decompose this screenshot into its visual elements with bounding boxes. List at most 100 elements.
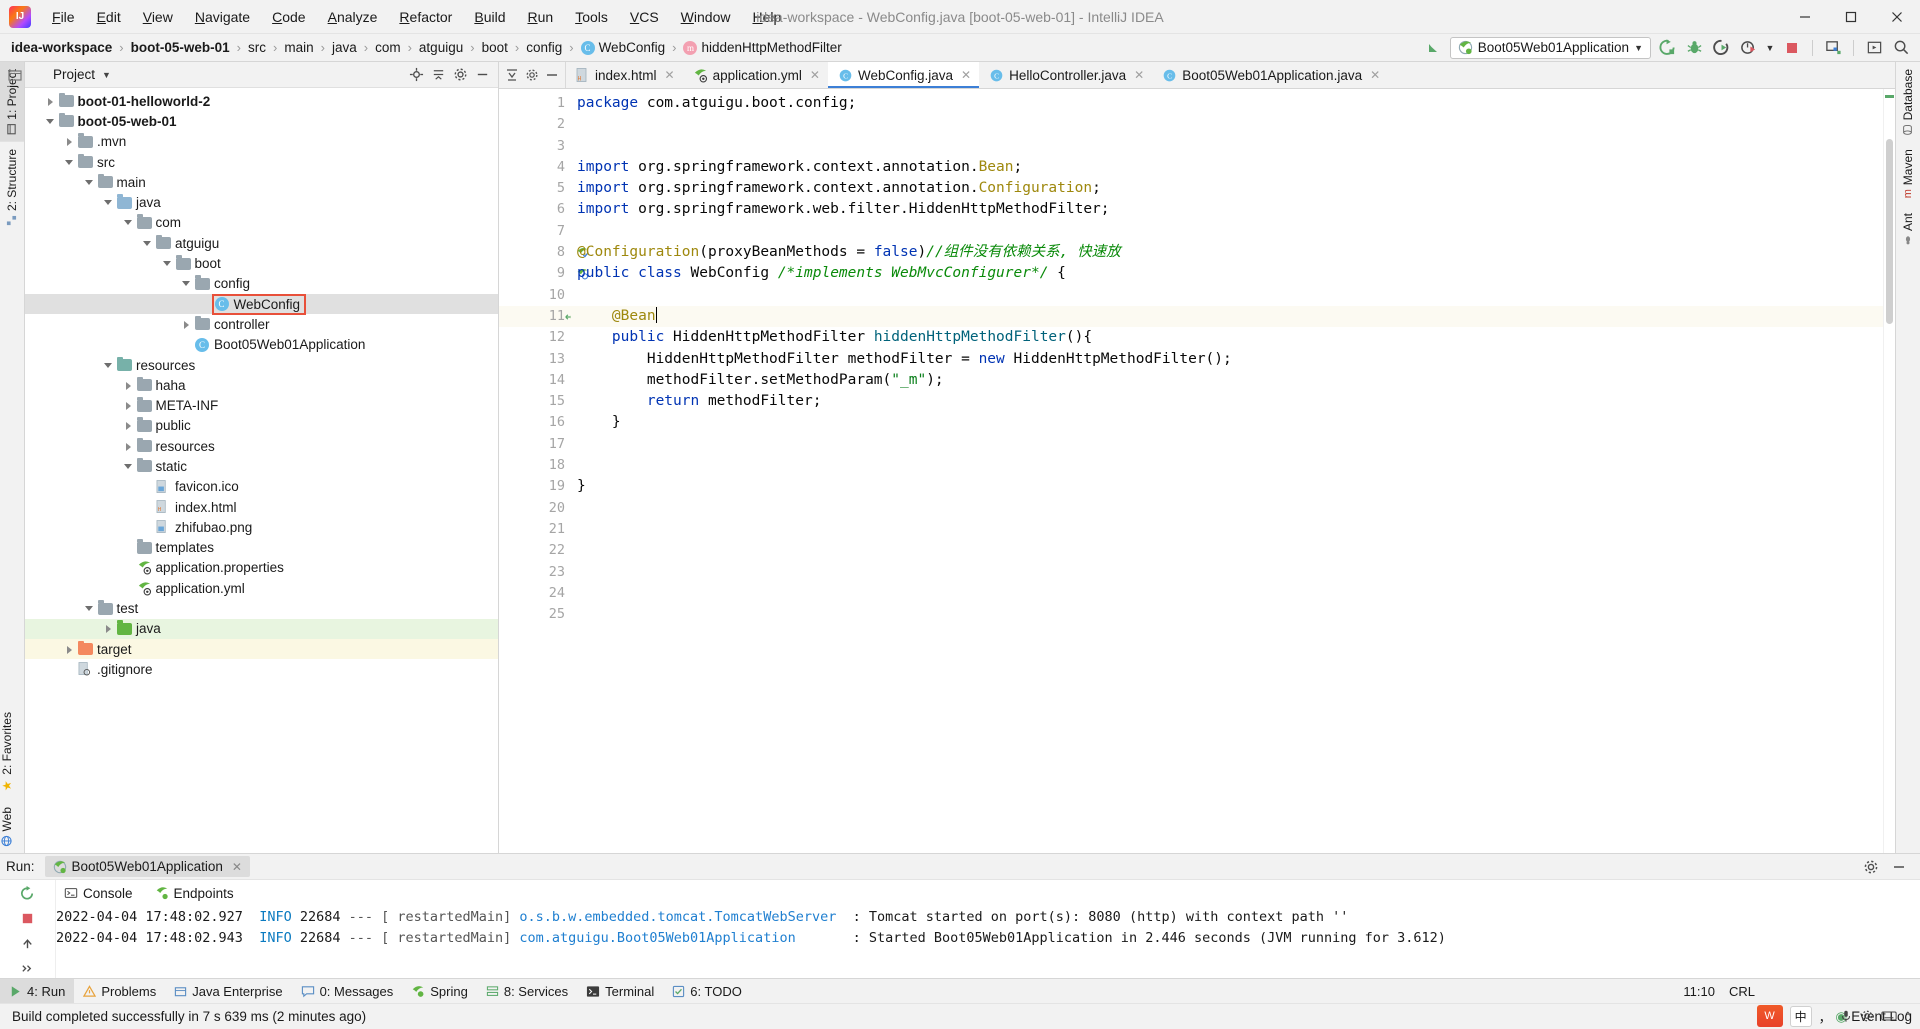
code-line-7[interactable] bbox=[571, 221, 1883, 242]
code-line-17[interactable] bbox=[571, 434, 1883, 455]
close-icon[interactable]: ✕ bbox=[961, 68, 971, 82]
close-icon[interactable]: ✕ bbox=[810, 68, 820, 82]
maximize-button[interactable] bbox=[1828, 0, 1874, 34]
tree-node-public[interactable]: public bbox=[25, 416, 498, 436]
tree-node-boot[interactable]: boot bbox=[25, 253, 498, 273]
gutter-line-4[interactable]: 4 bbox=[499, 157, 571, 178]
gutter-line-18[interactable]: 18 bbox=[499, 455, 571, 476]
run-anything-icon[interactable] bbox=[1863, 37, 1885, 59]
code-line-13[interactable]: HiddenHttpMethodFilter methodFilter = ne… bbox=[571, 349, 1883, 370]
gutter-line-3[interactable]: 3 bbox=[499, 136, 571, 157]
breadcrumb-item-java[interactable]: java bbox=[329, 38, 360, 57]
tree-node-resources[interactable]: resources bbox=[25, 436, 498, 456]
gutter-line-12[interactable]: 12 bbox=[499, 327, 571, 348]
mic-icon[interactable] bbox=[1839, 1009, 1853, 1023]
editor-tab-application-yml[interactable]: application.yml✕ bbox=[683, 62, 828, 88]
tree-node-haha[interactable]: haha bbox=[25, 375, 498, 395]
menu-run[interactable]: Run bbox=[516, 5, 564, 29]
code-line-15[interactable]: return methodFilter; bbox=[571, 391, 1883, 412]
code-line-8[interactable]: @Configuration(proxyBeanMethods = false)… bbox=[571, 242, 1883, 263]
tree-node-atguigu[interactable]: atguigu bbox=[25, 233, 498, 253]
tree-node-zhifubao-png[interactable]: zhifubao.png bbox=[25, 517, 498, 537]
code-line-9[interactable]: public class WebConfig /*implements WebM… bbox=[571, 263, 1883, 284]
code-line-4[interactable]: import org.springframework.context.annot… bbox=[571, 157, 1883, 178]
gutter-line-5[interactable]: 5 bbox=[499, 178, 571, 199]
chevron-down-icon[interactable] bbox=[45, 116, 56, 127]
gutter-line-16[interactable]: 16 bbox=[499, 412, 571, 433]
code-line-5[interactable]: import org.springframework.context.annot… bbox=[571, 178, 1883, 199]
gutter-line-15[interactable]: 15 bbox=[499, 391, 571, 412]
chevron-down-icon[interactable]: ▼ bbox=[1634, 43, 1643, 53]
breadcrumb-item-webconfig[interactable]: CWebConfig bbox=[578, 38, 669, 57]
gutter-line-24[interactable]: 24 bbox=[499, 583, 571, 604]
profiler-icon[interactable] bbox=[1737, 37, 1759, 59]
chevron-down-icon[interactable] bbox=[103, 197, 114, 208]
tree-node-favicon-ico[interactable]: favicon.ico bbox=[25, 477, 498, 497]
caret-position-label[interactable]: CRL bbox=[1729, 984, 1755, 999]
chevron-down-icon[interactable] bbox=[64, 157, 75, 168]
gutter-line-9[interactable]: 9 bbox=[499, 263, 571, 284]
chevron-down-icon[interactable] bbox=[181, 278, 192, 289]
breadcrumb-item-hiddenhttpmethodfilter[interactable]: mhiddenHttpMethodFilter bbox=[680, 38, 844, 57]
chevron-right-icon[interactable] bbox=[45, 96, 56, 107]
breadcrumb-item-src[interactable]: src bbox=[245, 38, 269, 57]
breadcrumb-item-boot-05-web-01[interactable]: boot-05-web-01 bbox=[128, 38, 233, 57]
profiler-dropdown-icon[interactable]: ▼ bbox=[1764, 37, 1776, 59]
code-line-3[interactable] bbox=[571, 136, 1883, 157]
close-icon[interactable]: ✕ bbox=[1134, 68, 1144, 82]
tool-button-spring[interactable]: Spring bbox=[402, 979, 477, 1004]
code-line-23[interactable] bbox=[571, 562, 1883, 583]
search-icon[interactable] bbox=[1890, 37, 1912, 59]
editor-tab-hellocontroller-java[interactable]: CHelloController.java✕ bbox=[979, 62, 1152, 88]
gutter-line-7[interactable]: 7 bbox=[499, 221, 571, 242]
sidebar-item-maven[interactable]: m Maven bbox=[1901, 142, 1915, 205]
gutter-line-6[interactable]: 6 bbox=[499, 199, 571, 220]
run-configuration-selector[interactable]: Boot05Web01Application ▼ bbox=[1450, 37, 1651, 59]
tool-button-problems[interactable]: Problems bbox=[74, 979, 165, 1004]
tree-node-target[interactable]: target bbox=[25, 639, 498, 659]
code-editor[interactable]: 1234567891011121314151617181920212223242… bbox=[499, 89, 1895, 853]
tree-node-application-properties[interactable]: application.properties bbox=[25, 558, 498, 578]
chevron-right-icon[interactable] bbox=[103, 623, 114, 634]
editor-inspection-mark[interactable] bbox=[1885, 95, 1894, 98]
tree-node-src[interactable]: src bbox=[25, 152, 498, 172]
code-line-24[interactable] bbox=[571, 583, 1883, 604]
code-line-25[interactable] bbox=[571, 604, 1883, 625]
chevron-right-icon[interactable] bbox=[64, 136, 75, 147]
menu-code[interactable]: Code bbox=[261, 5, 316, 29]
breadcrumb-item-com[interactable]: com bbox=[372, 38, 404, 57]
locate-icon[interactable] bbox=[406, 65, 426, 85]
sidebar-item-structure[interactable]: 2: Structure bbox=[0, 142, 24, 233]
tree-node-templates[interactable]: templates bbox=[25, 538, 498, 558]
chevron-right-icon[interactable] bbox=[123, 400, 134, 411]
gutter-line-17[interactable]: 17 bbox=[499, 434, 571, 455]
gutter-line-22[interactable]: 22 bbox=[499, 540, 571, 561]
gutter-line-10[interactable]: 10 bbox=[499, 285, 571, 306]
breadcrumb-item-main[interactable]: main bbox=[281, 38, 316, 57]
collapse-all-icon[interactable] bbox=[428, 65, 448, 85]
expand-icon[interactable] bbox=[17, 959, 39, 978]
chevron-down-icon[interactable] bbox=[84, 177, 95, 188]
editor-scrollbar-thumb[interactable] bbox=[1886, 139, 1893, 324]
gutter-line-19[interactable]: 19 bbox=[499, 476, 571, 497]
gutter-line-13[interactable]: 13 bbox=[499, 349, 571, 370]
tree-node-resources[interactable]: resources bbox=[25, 355, 498, 375]
code-line-16[interactable]: } bbox=[571, 412, 1883, 433]
tool-button-4-run[interactable]: 4: Run bbox=[0, 979, 74, 1004]
tree-node-boot05web01application[interactable]: CBoot05Web01Application bbox=[25, 335, 498, 355]
editor-tab-webconfig-java[interactable]: CWebConfig.java✕ bbox=[828, 62, 979, 88]
hide-icon[interactable] bbox=[472, 65, 492, 85]
tree-node-static[interactable]: static bbox=[25, 456, 498, 476]
menu-window[interactable]: Window bbox=[670, 5, 742, 29]
ime-language-badge[interactable]: 中 bbox=[1790, 1006, 1812, 1027]
sidebar-item-favorites[interactable]: ★ 2: Favorites bbox=[0, 705, 14, 800]
chevron-right-icon[interactable] bbox=[123, 420, 134, 431]
console-output[interactable]: 2022-04-04 17:48:02.927 INFO 22684 --- [… bbox=[56, 906, 1920, 978]
menu-help[interactable]: Help bbox=[741, 5, 792, 29]
sidebar-item-ant[interactable]: Ant bbox=[1901, 206, 1915, 252]
close-icon[interactable]: ✕ bbox=[1370, 68, 1380, 82]
ime-comma-icon[interactable]: ， bbox=[1819, 1007, 1832, 1026]
code-line-2[interactable] bbox=[571, 114, 1883, 135]
tree-node--mvn[interactable]: .mvn bbox=[25, 132, 498, 152]
chevron-right-icon[interactable] bbox=[181, 319, 192, 330]
